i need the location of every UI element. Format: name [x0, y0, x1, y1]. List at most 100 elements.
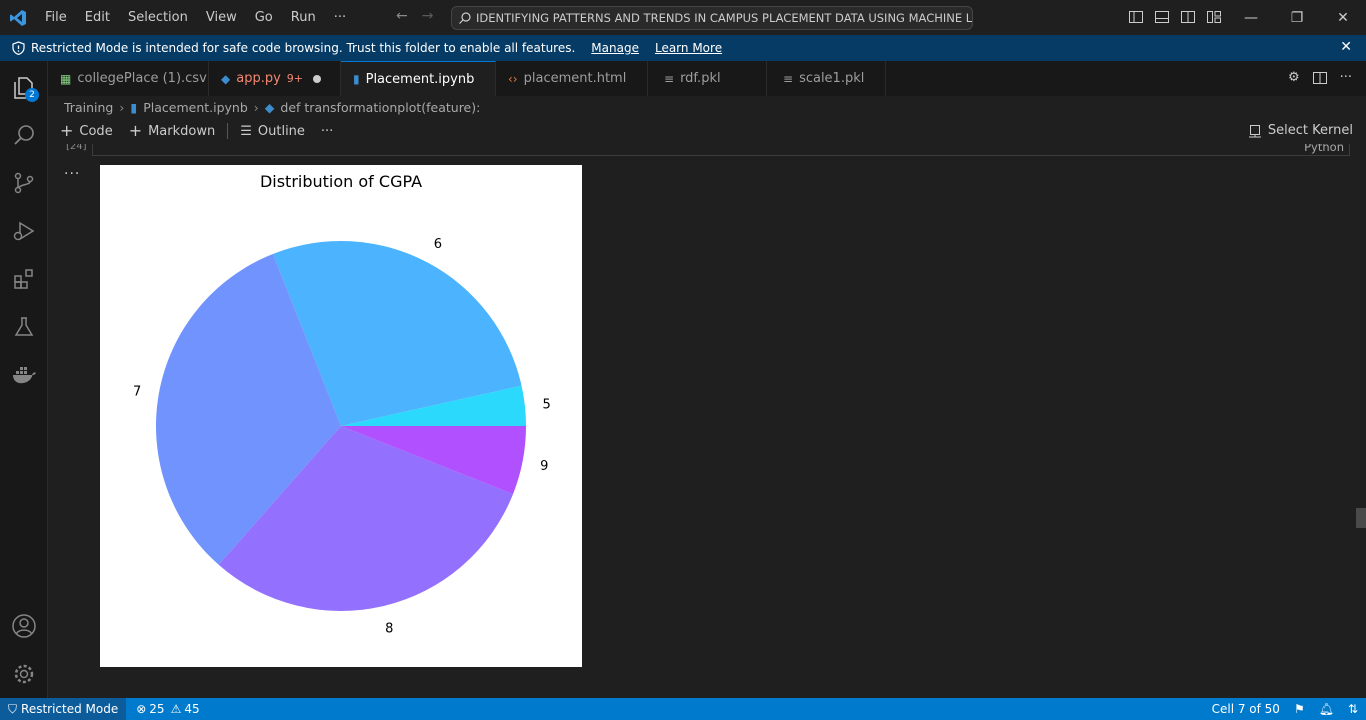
docker-icon[interactable]	[0, 351, 48, 399]
restricted-mode-status[interactable]: ⛉ Restricted Mode	[0, 698, 127, 720]
accounts-icon[interactable]	[0, 602, 48, 650]
tab-collegeplace-csv[interactable]: ▦ collegePlace (1).csv	[48, 61, 209, 96]
customize-layout-icon[interactable]	[1206, 9, 1222, 25]
title-bar: File Edit Selection View Go Run ··· ← → …	[0, 0, 1366, 35]
feedback-icon[interactable]: ⚑	[1294, 702, 1305, 716]
select-kernel-button[interactable]: Select Kernel	[1248, 123, 1353, 138]
close-window-icon[interactable]: ✕	[1320, 0, 1366, 35]
menu-run[interactable]: Run	[282, 0, 325, 35]
tab-placement-ipynb[interactable]: ▮ Placement.ipynb	[341, 61, 496, 96]
forward-arrow-icon[interactable]: →	[422, 8, 434, 24]
banner-message: Restricted Mode is intended for safe cod…	[31, 41, 576, 55]
explorer-icon[interactable]: 2	[0, 63, 48, 111]
shield-icon: ⛉	[8, 701, 18, 716]
toolbar-divider	[227, 123, 229, 139]
settings-gear-icon[interactable]: ⚙	[1288, 70, 1300, 86]
command-center-text: IDENTIFYING PATTERNS AND TRENDS IN CAMPU…	[476, 11, 973, 25]
notebook-file-icon: ▮	[130, 99, 138, 115]
search-view-icon[interactable]	[0, 111, 48, 159]
problems-count: 9+	[286, 72, 304, 85]
cell-output-plot: Distribution of CGPA 5 6 7 8 9	[100, 165, 582, 667]
toggle-panel-icon[interactable]	[1154, 9, 1170, 25]
select-kernel-label: Select Kernel	[1267, 123, 1353, 138]
menu-more[interactable]: ···	[325, 0, 355, 35]
close-banner-icon[interactable]: ✕	[1340, 39, 1352, 55]
toggle-secondary-sidebar-icon[interactable]	[1180, 9, 1196, 25]
menu-view[interactable]: View	[197, 0, 246, 35]
tab-label: app.py	[236, 71, 281, 86]
csv-file-icon: ▦	[60, 71, 72, 86]
plus-icon: +	[128, 121, 143, 140]
menu-bar: File Edit Selection View Go Run ···	[36, 0, 355, 35]
restore-icon[interactable]: ❐	[1274, 0, 1320, 35]
add-markdown-label: Markdown	[148, 123, 216, 139]
unsaved-dot[interactable]	[313, 74, 322, 83]
tab-rdf-pkl[interactable]: ≡ rdf.pkl	[648, 61, 767, 96]
run-debug-icon[interactable]	[0, 207, 48, 255]
toolbar-more-button[interactable]: ···	[321, 124, 333, 139]
minimize-icon[interactable]: —	[1228, 0, 1274, 35]
notebook-file-icon: ▮	[353, 72, 360, 86]
remote-icon[interactable]: ⇅	[1348, 702, 1358, 716]
menu-go[interactable]: Go	[246, 0, 282, 35]
file-lines-icon: ≡	[664, 71, 675, 86]
back-arrow-icon[interactable]: ←	[396, 8, 408, 24]
add-code-label: Code	[79, 123, 113, 139]
html-file-icon: ‹›	[508, 71, 518, 86]
more-label: ···	[320, 123, 334, 139]
manage-link[interactable]: Manage	[591, 41, 639, 55]
previous-code-cell[interactable]	[92, 144, 1350, 156]
tab-app-py[interactable]: ◆ app.py 9+	[209, 61, 341, 96]
vscode-logo-icon	[0, 0, 36, 35]
notifications-bell-icon[interactable]: 🔔︎	[1319, 702, 1334, 716]
add-code-cell-button[interactable]: + Code	[60, 123, 113, 139]
error-icon: ⊗	[136, 702, 147, 716]
split-editor-icon[interactable]	[1312, 70, 1328, 86]
search-icon	[459, 12, 471, 24]
breadcrumb-file[interactable]: Placement.ipynb	[143, 100, 248, 115]
shield-icon	[12, 41, 25, 55]
chevron-right-icon: ›	[119, 99, 125, 115]
breadcrumb-training[interactable]: Training	[64, 100, 113, 115]
python-symbol-icon: ◆	[264, 99, 275, 115]
chart-title: Distribution of CGPA	[260, 172, 422, 191]
tab-label: placement.html	[523, 71, 627, 86]
kernel-icon	[1248, 124, 1261, 137]
restricted-mode-banner: Restricted Mode is intended for safe cod…	[0, 35, 1366, 61]
tab-scale1-pkl[interactable]: ≡ scale1.pkl	[767, 61, 886, 96]
learn-more-link[interactable]: Learn More	[655, 41, 722, 55]
pie-label-6: 6	[434, 237, 442, 252]
tab-label: scale1.pkl	[799, 71, 865, 86]
more-actions-icon[interactable]: ···	[1340, 70, 1352, 86]
output-more-button[interactable]: ···	[64, 166, 80, 182]
notebook-editor: [24] Python ··· Distribution of CGPA 5 6 7…	[48, 144, 1366, 698]
extensions-icon[interactable]	[0, 255, 48, 303]
explorer-badge: 2	[25, 88, 39, 102]
breadcrumb-symbol[interactable]: def transformationplot(feature):	[280, 100, 480, 115]
pie-chart: Distribution of CGPA 5 6 7 8 9	[133, 172, 551, 636]
cell-language[interactable]: Python	[1304, 144, 1344, 154]
menu-edit[interactable]: Edit	[76, 0, 119, 35]
toggle-primary-sidebar-icon[interactable]	[1128, 9, 1144, 25]
menu-selection[interactable]: Selection	[119, 0, 197, 35]
add-markdown-cell-button[interactable]: + Markdown	[129, 123, 216, 139]
tab-label: collegePlace (1).csv	[77, 71, 207, 86]
problems-status[interactable]: ⊗ 25 ⚠ 45	[130, 698, 205, 720]
plus-icon: +	[60, 121, 74, 140]
breadcrumb: Training › ▮ Placement.ipynb › ◆ def tra…	[48, 96, 1366, 118]
python-file-icon: ◆	[221, 71, 231, 86]
execution-count: [24]	[66, 144, 87, 152]
manage-gear-icon[interactable]	[0, 650, 48, 698]
warning-icon: ⚠	[170, 702, 182, 716]
cell-position[interactable]: Cell 7 of 50	[1212, 702, 1280, 716]
menu-file[interactable]: File	[36, 0, 76, 35]
command-center-search[interactable]: IDENTIFYING PATTERNS AND TRENDS IN CAMPU…	[451, 6, 973, 30]
restricted-mode-label: Restricted Mode	[21, 702, 119, 716]
source-control-icon[interactable]	[0, 159, 48, 207]
testing-flask-icon[interactable]	[0, 303, 48, 351]
tab-label: Placement.ipynb	[365, 71, 475, 87]
overview-ruler-thumb[interactable]	[1356, 508, 1366, 528]
editor-tabs: ▦ collegePlace (1).csv ◆ app.py 9+ ▮ Pla…	[48, 61, 1366, 96]
outline-button[interactable]: ☰ Outline	[240, 124, 305, 139]
tab-placement-html[interactable]: ‹› placement.html	[496, 61, 648, 96]
